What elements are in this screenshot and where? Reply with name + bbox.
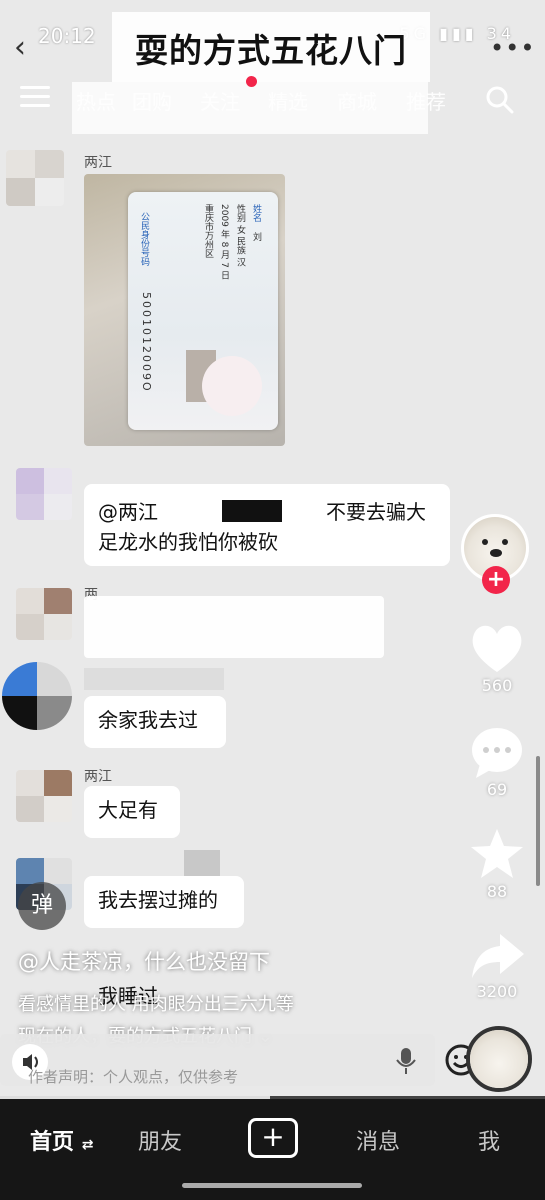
back-icon[interactable]: ‹: [14, 30, 44, 66]
tab-group-buy[interactable]: 团购: [132, 86, 172, 115]
card-gender: 性别 女 民族 汉: [235, 204, 245, 267]
comment-count: 69: [486, 780, 508, 799]
nav-home[interactable]: 首页 ⇄: [30, 1124, 93, 1156]
follow-button[interactable]: +: [482, 566, 510, 594]
card-address: 重庆市万州区: [203, 204, 213, 258]
menu-icon[interactable]: [20, 86, 50, 110]
avatar: [16, 468, 72, 520]
music-disc-icon[interactable]: [466, 1026, 532, 1092]
mention-text: @两江: [98, 500, 158, 524]
sender-name: 两江: [84, 769, 112, 785]
caption-line: 看感情里的人 用肉眼分出三六九等: [18, 994, 294, 1015]
message-text: 足龙水的我怕你被砍: [98, 530, 278, 554]
avatar: [16, 770, 72, 822]
page-title: 耍的方式五花八门: [135, 31, 407, 70]
refresh-icon: ⇄: [81, 1137, 94, 1153]
tab-following[interactable]: 关注: [200, 86, 240, 115]
message-text: 不要去骗大: [326, 500, 426, 524]
card-birth: 2009 年 8 月 7 日: [219, 204, 229, 280]
card-number: 5001012009O: [140, 292, 153, 393]
search-icon[interactable]: [484, 84, 514, 114]
tab-featured[interactable]: 精选: [268, 86, 308, 115]
avatar: [16, 588, 72, 640]
nav-messages[interactable]: 消息: [356, 1124, 400, 1156]
id-card: 姓名 刘 性别 女 民族 汉 2009 年 8 月 7 日 重庆市万州区 公民身…: [128, 192, 278, 430]
card-side-label: 公民身份号码: [139, 212, 149, 266]
message-bubble[interactable]: 余家我去过: [84, 696, 226, 748]
mic-icon[interactable]: [393, 1046, 419, 1076]
tab-recommend[interactable]: 推荐: [406, 86, 446, 115]
notification-dot: [246, 76, 257, 87]
more-icon[interactable]: •••: [490, 34, 535, 62]
avatar: [6, 150, 64, 206]
card-name-label: 姓名: [251, 204, 261, 222]
create-button[interactable]: +: [248, 1118, 298, 1158]
nav-friends[interactable]: 朋友: [138, 1124, 182, 1156]
id-card-photo[interactable]: 姓名 刘 性别 女 民族 汉 2009 年 8 月 7 日 重庆市万州区 公民身…: [84, 174, 285, 446]
share-icon[interactable]: [466, 928, 528, 984]
avatar: [2, 662, 72, 730]
home-indicator[interactable]: [182, 1183, 362, 1188]
nav-me[interactable]: 我: [478, 1124, 500, 1156]
author-disclaimer: 作者声明：个人观点，仅供参考: [28, 1068, 239, 1086]
like-count: 560: [481, 676, 513, 695]
nav-home-label: 首页: [30, 1130, 75, 1155]
cat-sticker: [202, 356, 262, 416]
sender-redaction: [84, 668, 224, 690]
comment-icon[interactable]: [466, 724, 528, 780]
star-icon[interactable]: [466, 826, 528, 882]
message-bubble[interactable]: 我去摆过摊的: [84, 876, 244, 928]
redaction-bar: [222, 500, 282, 522]
tab-mall[interactable]: 商城: [337, 86, 377, 115]
card-name: 刘: [251, 232, 261, 241]
tab-hot[interactable]: 热点: [76, 86, 116, 115]
sender-redaction: [184, 850, 220, 876]
blurred-message: [84, 596, 384, 658]
sender-name: 两江: [84, 155, 112, 171]
scrollbar[interactable]: [536, 756, 540, 886]
message-bubble[interactable]: 大足有: [84, 786, 180, 838]
author-handle[interactable]: @人走茶凉，什么也没留下: [18, 946, 270, 976]
favorite-count: 88: [486, 882, 508, 901]
heart-icon[interactable]: [466, 620, 528, 676]
danmu-toggle-button[interactable]: 弹: [18, 882, 66, 930]
status-time: 20:12: [38, 24, 96, 48]
share-count: 3200: [476, 982, 518, 1001]
